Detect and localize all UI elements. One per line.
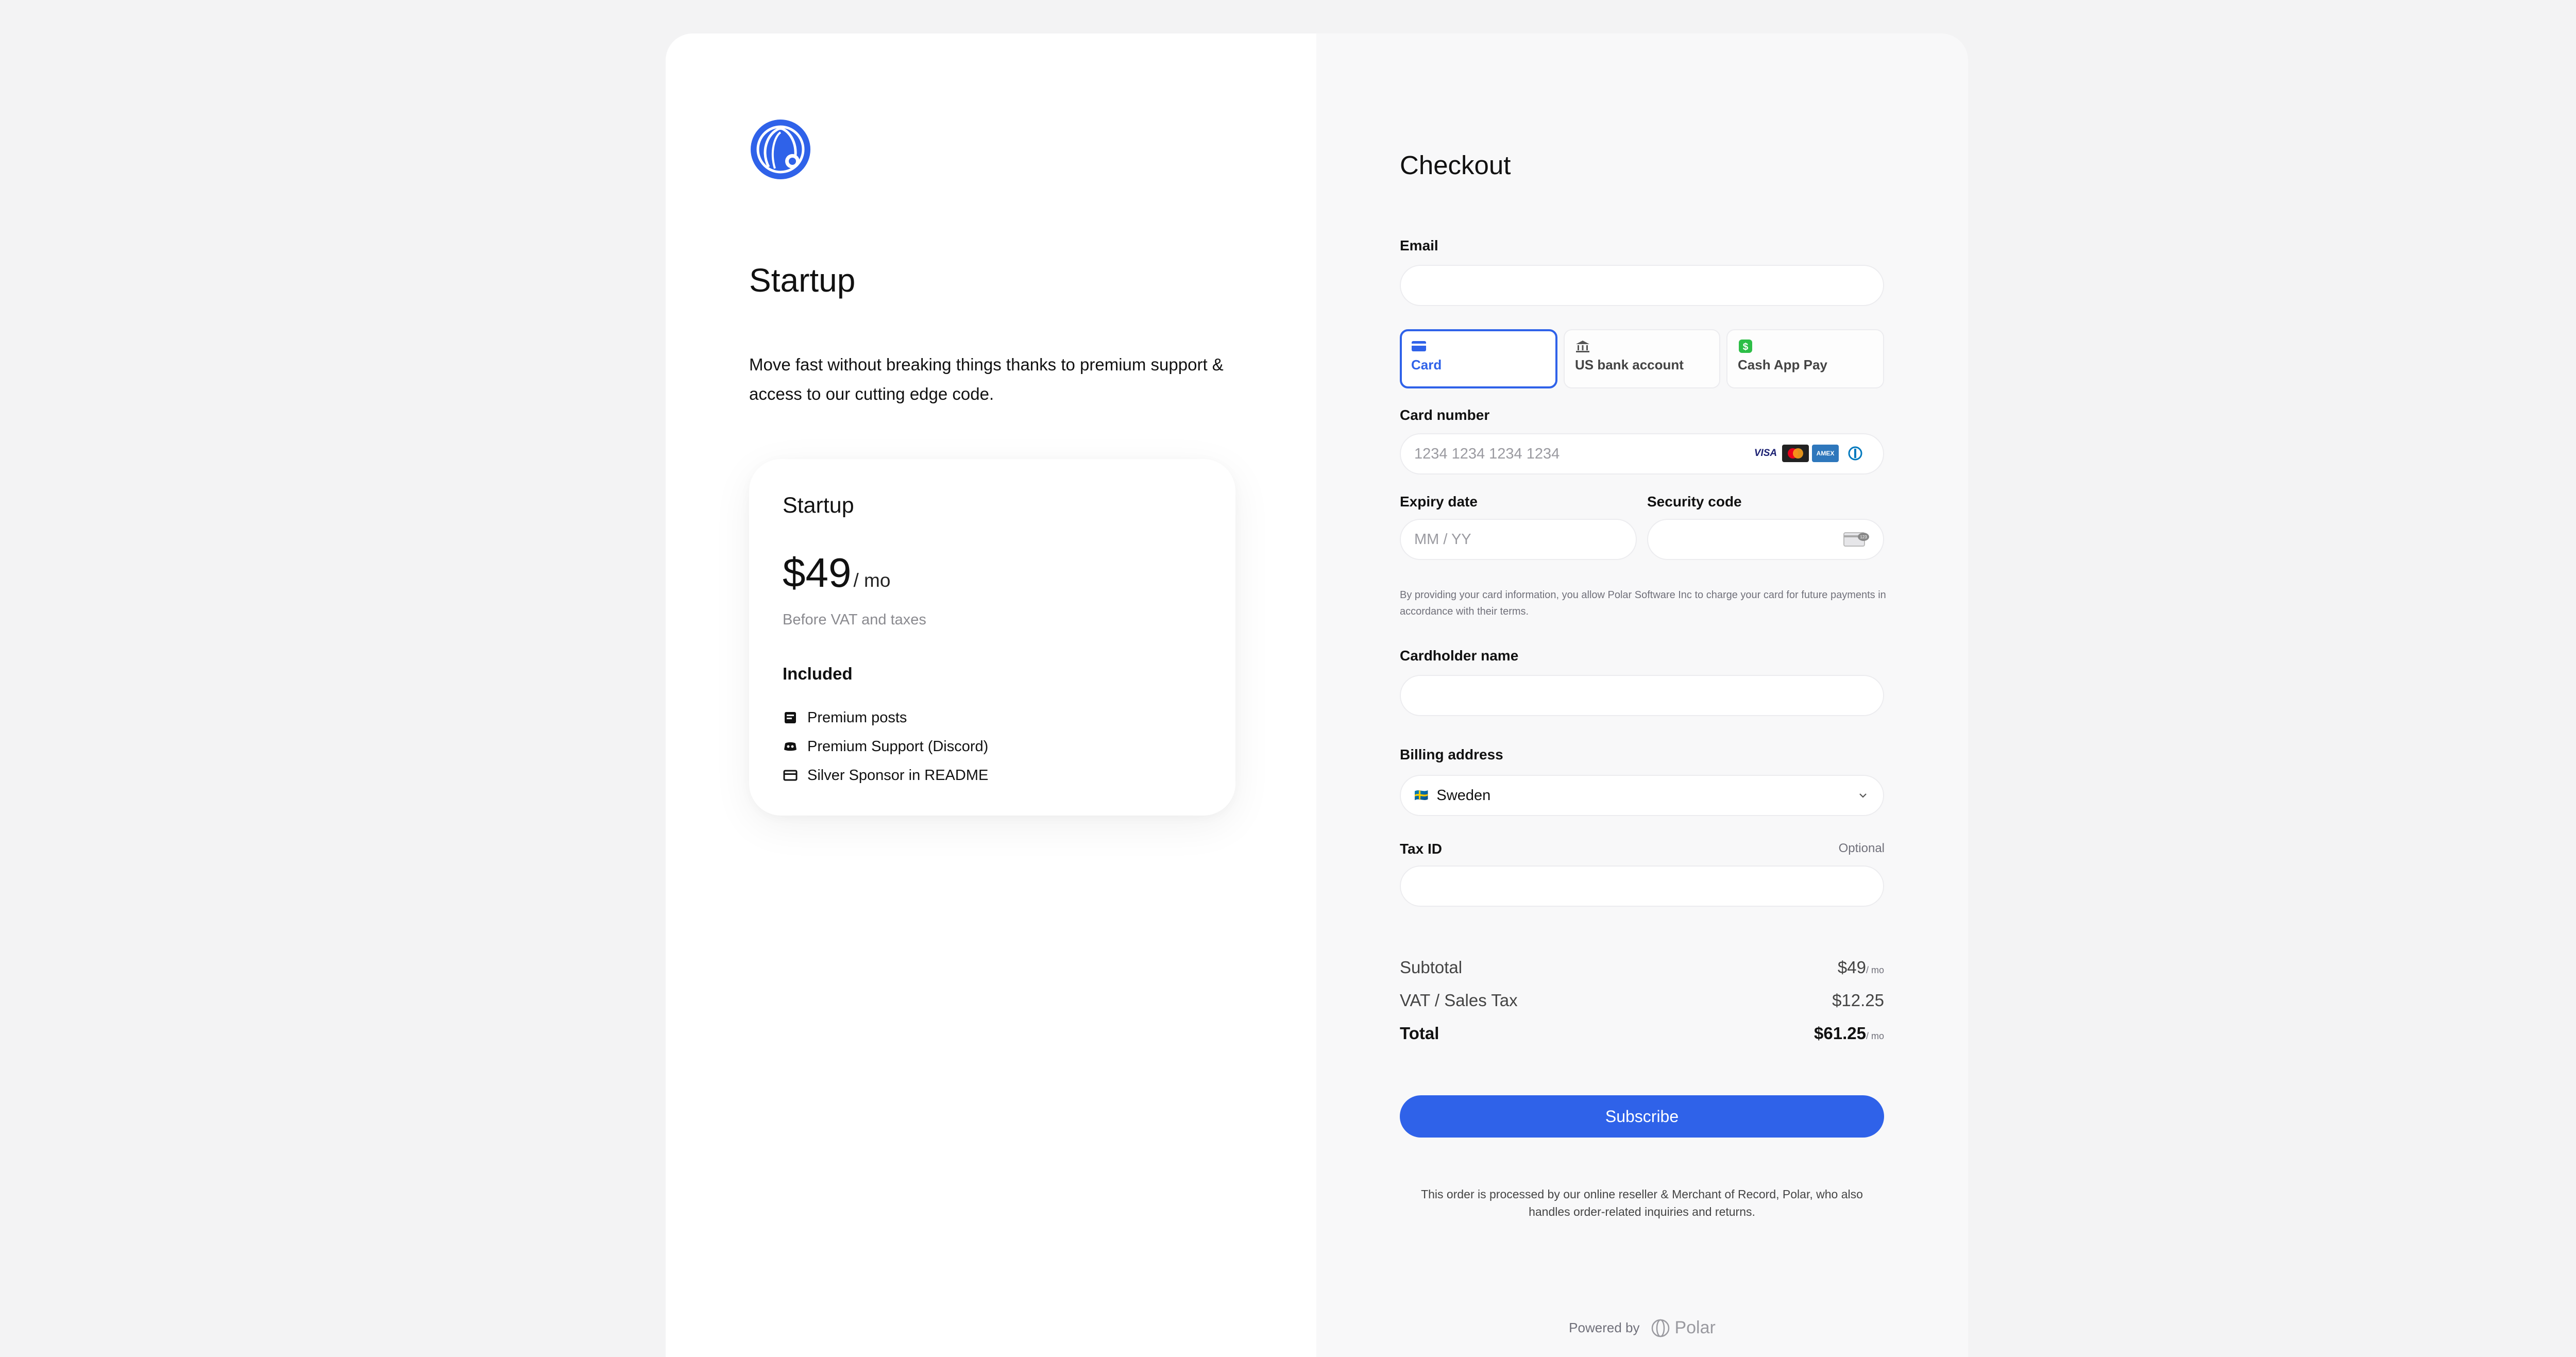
checkout-panel: Checkout Email Card US bank account $ Ca… (1316, 33, 1968, 1357)
subtotal-value: $49 (1837, 958, 1866, 977)
cash-app-icon: $ (1739, 340, 1752, 353)
mastercard-icon (1782, 445, 1809, 462)
security-code-input[interactable]: 123 (1647, 519, 1884, 560)
tab-label: US bank account (1575, 357, 1684, 372)
tab-card[interactable]: Card (1400, 329, 1557, 388)
polar-brand-name: Polar (1674, 1318, 1716, 1337)
plan-name: Startup (783, 493, 854, 518)
tab-label: Card (1411, 357, 1442, 372)
tab-cash-app-pay[interactable]: $ Cash App Pay (1726, 329, 1884, 388)
product-title: Startup (749, 262, 856, 299)
benefits-list: Premium posts Premium Support (Discord) (783, 703, 988, 790)
powered-by: Powered by Polar (1316, 1318, 1968, 1338)
product-description: Move fast without breaking things thanks… (749, 355, 1224, 403)
posts-icon (785, 712, 796, 723)
merchant-note: This order is processed by our online re… (1421, 1188, 1863, 1218)
tab-us-bank-account[interactable]: US bank account (1564, 329, 1720, 388)
powered-by-label: Powered by (1569, 1320, 1640, 1335)
polar-brand-link[interactable]: Polar (1651, 1318, 1716, 1338)
expiry-label: Expiry date (1400, 494, 1478, 510)
bank-icon (1576, 341, 1589, 352)
benefit-item: Silver Sponsor in README (783, 761, 988, 790)
benefit-label: Silver Sponsor in README (807, 767, 989, 784)
vat-label: VAT / Sales Tax (1400, 991, 1518, 1010)
card-number-placeholder: 1234 1234 1234 1234 (1414, 445, 1560, 462)
tax-id-optional: Optional (1838, 841, 1885, 855)
organization-logo-icon (751, 120, 810, 179)
email-field[interactable] (1400, 265, 1884, 306)
discord-icon (784, 742, 796, 751)
cardholder-name-label: Cardholder name (1400, 648, 1519, 664)
benefit-label: Premium Support (Discord) (807, 738, 989, 755)
security-code-label: Security code (1647, 494, 1742, 510)
svg-text:123: 123 (1860, 535, 1867, 539)
billing-address-label: Billing address (1400, 747, 1503, 762)
card-icon (1412, 341, 1426, 351)
vat-row: VAT / Sales Tax $12.25 (1400, 991, 1884, 1010)
email-label: Email (1400, 238, 1438, 253)
sponsor-icon (783, 770, 798, 781)
plan-card: Startup $49 / mo Before VAT and taxes In… (749, 459, 1235, 816)
tax-id-label: Tax ID (1400, 841, 1442, 857)
expiry-input[interactable]: MM / YY (1400, 519, 1637, 560)
amex-icon: AMEX (1812, 445, 1839, 462)
total-value: $61.25 (1814, 1024, 1866, 1043)
cardholder-name-input[interactable] (1400, 675, 1884, 716)
diners-icon (1842, 445, 1869, 462)
card-number-input[interactable]: 1234 1234 1234 1234 VISA AMEX (1400, 433, 1884, 474)
subtotal-amount: $49/ mo (1838, 958, 1884, 977)
subtotal-row: Subtotal $49/ mo (1400, 958, 1884, 977)
vat-value: $12.25 (1832, 991, 1884, 1010)
sweden-flag-icon: 🇸🇪 (1414, 789, 1429, 802)
included-title: Included (783, 664, 853, 683)
card-number-label: Card number (1400, 407, 1490, 423)
price-note: Before VAT and taxes (783, 612, 926, 628)
benefit-label: Premium posts (807, 709, 907, 726)
product-panel: Startup Move fast without breaking thing… (666, 33, 1316, 1357)
checkout-title: Checkout (1400, 150, 1511, 180)
svg-text:$: $ (1743, 342, 1749, 352)
card-consent-text: By providing your card information, you … (1400, 589, 1886, 617)
country-select[interactable]: 🇸🇪 Sweden (1400, 775, 1884, 816)
plan-price: $49 (783, 550, 852, 596)
price-row: $49 / mo (783, 549, 890, 597)
visa-icon: VISA (1752, 445, 1779, 462)
country-value: Sweden (1436, 787, 1491, 804)
checkout-container: Startup Move fast without breaking thing… (666, 33, 1968, 1357)
total-amount: $61.25/ mo (1814, 1024, 1884, 1043)
total-row: Total $61.25/ mo (1400, 1024, 1884, 1043)
subscribe-button[interactable]: Subscribe (1400, 1095, 1884, 1138)
total-interval: / mo (1866, 1031, 1884, 1041)
country-selected: 🇸🇪 Sweden (1414, 787, 1490, 804)
chevron-down-icon (1859, 793, 1867, 798)
tax-id-input[interactable] (1400, 866, 1884, 907)
card-brand-logos: VISA AMEX (1752, 445, 1869, 462)
tab-label: Cash App Pay (1738, 357, 1827, 372)
plan-interval: / mo (853, 570, 891, 591)
benefit-item: Premium posts (783, 703, 988, 732)
total-label: Total (1400, 1024, 1439, 1043)
polar-logo-icon (1652, 1319, 1670, 1337)
subtotal-interval: / mo (1866, 965, 1884, 975)
benefit-item: Premium Support (Discord) (783, 732, 988, 761)
subtotal-label: Subtotal (1400, 958, 1463, 977)
expiry-placeholder: MM / YY (1414, 531, 1471, 548)
cvc-icon: 123 (1843, 532, 1869, 547)
